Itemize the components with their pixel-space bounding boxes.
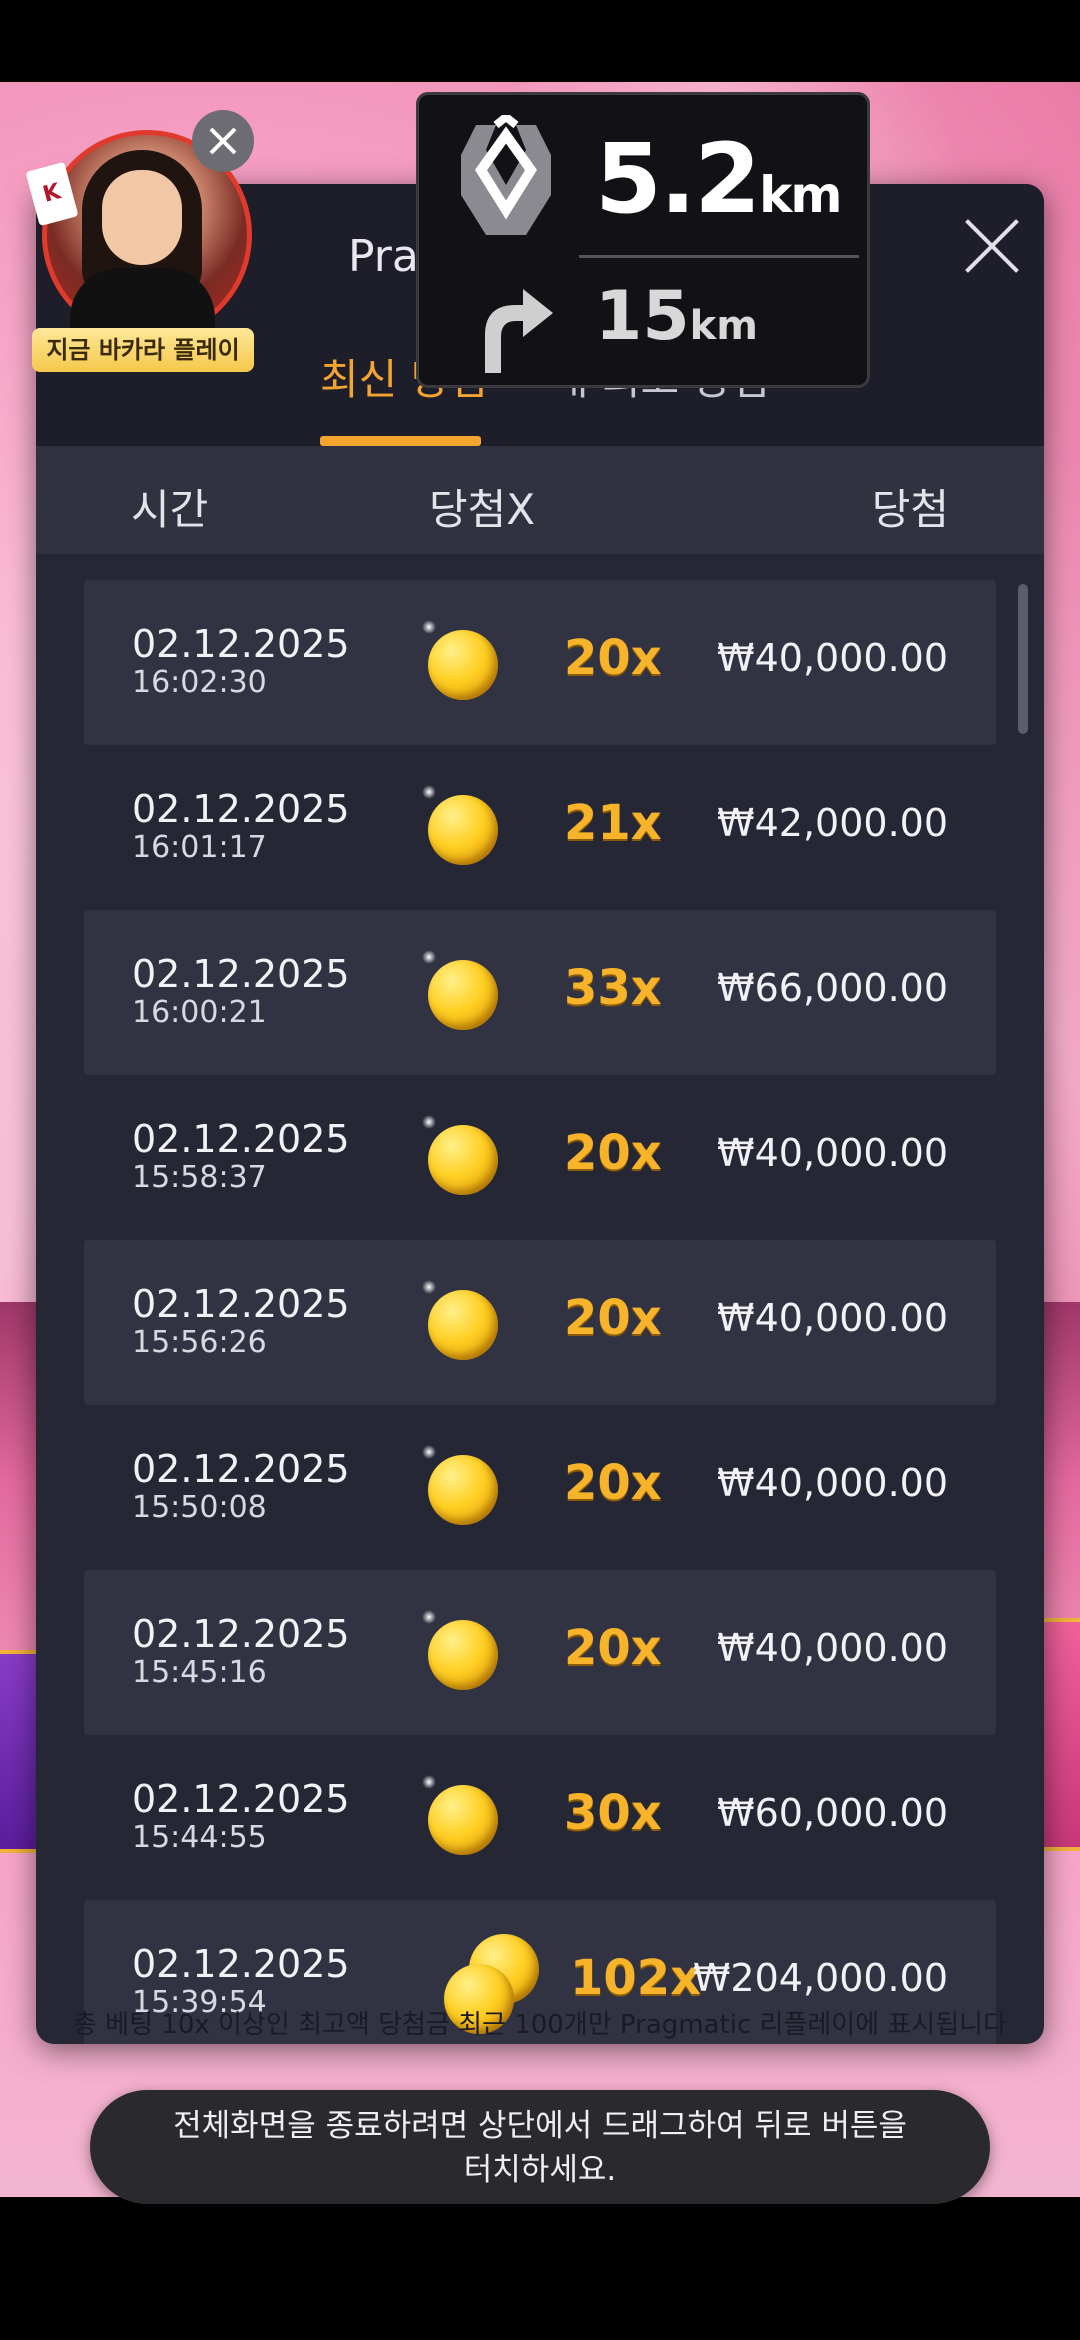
coin-icon: [422, 620, 498, 700]
table-header: 시간 당첨X 당첨: [36, 446, 1044, 554]
table-row[interactable]: 02.12.2025 16:00:21 33x ₩66,000.00: [84, 910, 996, 1075]
dealer-dress: [70, 268, 215, 330]
table-row[interactable]: 02.12.2025 15:56:26 20x ₩40,000.00: [84, 1240, 996, 1405]
row-date: 02.12.2025: [132, 1612, 350, 1656]
active-tab-indicator: [320, 436, 481, 446]
row-time: 16:01:17: [132, 830, 267, 865]
row-multiplier: 33x: [564, 960, 662, 1016]
navigation-overlay[interactable]: 5.2km 15km: [416, 92, 870, 388]
distance-secondary-value: 15: [595, 277, 690, 356]
distance-secondary: 15km: [595, 277, 758, 356]
row-amount: ₩204,000.00: [692, 1956, 948, 2000]
play-baccarat-label[interactable]: 지금 바카라 플레이: [32, 328, 254, 372]
row-time: 15:58:37: [132, 1160, 267, 1195]
coin-icon: [422, 1445, 498, 1525]
replay-dialog: Pragmatic 리플레이 최신 당첨 내 최고 당첨 시간 당첨X 당첨 0…: [36, 184, 1044, 2044]
row-amount: ₩60,000.00: [717, 1791, 948, 1835]
row-time: 16:02:30: [132, 665, 267, 700]
row-amount: ₩40,000.00: [717, 1461, 948, 1505]
close-icon[interactable]: [192, 110, 254, 172]
table-row[interactable]: 02.12.2025 16:01:17 21x ₩42,000.00: [84, 745, 996, 910]
navigation-direction-icon: [461, 115, 551, 235]
row-multiplier: 21x: [564, 795, 662, 851]
row-amount: ₩40,000.00: [717, 1131, 948, 1175]
coin-icon: [422, 1115, 498, 1195]
turn-right-arrow-icon: [485, 289, 553, 373]
row-date: 02.12.2025: [132, 1447, 350, 1491]
column-header-multiplier: 당첨X: [429, 485, 536, 534]
coin-icon: [422, 785, 498, 865]
coin-icon: [422, 1775, 498, 1855]
row-date: 02.12.2025: [132, 952, 350, 996]
row-date: 02.12.2025: [132, 1942, 350, 1986]
row-multiplier: 20x: [564, 1620, 662, 1676]
dealer-face: [102, 170, 182, 265]
row-amount: ₩40,000.00: [717, 636, 948, 680]
row-time: 15:44:55: [132, 1820, 267, 1855]
row-multiplier: 20x: [564, 1125, 662, 1181]
distance-primary-unit: km: [759, 166, 842, 224]
dealer-promo-widget[interactable]: K 지금 바카라 플레이: [25, 110, 260, 380]
fullscreen-toast: 전체화면을 종료하려면 상단에서 드래그하여 뒤로 버튼을 터치하세요.: [90, 2090, 990, 2204]
scrollbar[interactable]: [1018, 584, 1028, 734]
column-header-win: 당첨: [871, 485, 949, 534]
row-multiplier: 30x: [564, 1785, 662, 1841]
row-date: 02.12.2025: [132, 622, 350, 666]
row-amount: ₩42,000.00: [717, 801, 948, 845]
toast-message: 전체화면을 종료하려면 상단에서 드래그하여 뒤로 버튼을 터치하세요.: [173, 2108, 907, 2188]
row-multiplier: 102x: [570, 1950, 702, 2006]
table-row[interactable]: 02.12.2025 16:02:30 20x ₩40,000.00: [84, 580, 996, 745]
distance-primary: 5.2km: [595, 123, 842, 235]
row-time: 16:00:21: [132, 995, 267, 1030]
coin-icon: [422, 1610, 498, 1690]
table-row[interactable]: 02.12.2025 15:58:37 20x ₩40,000.00: [84, 1075, 996, 1240]
row-time: 15:56:26: [132, 1325, 267, 1360]
row-time: 15:50:08: [132, 1490, 267, 1525]
table-row[interactable]: 02.12.2025 15:45:16 20x ₩40,000.00: [84, 1570, 996, 1735]
row-amount: ₩40,000.00: [717, 1296, 948, 1340]
row-date: 02.12.2025: [132, 1282, 350, 1326]
table-row[interactable]: 02.12.2025 15:44:55 30x ₩60,000.00: [84, 1735, 996, 1900]
row-multiplier: 20x: [564, 1455, 662, 1511]
row-time: 15:45:16: [132, 1655, 267, 1690]
row-amount: ₩66,000.00: [717, 966, 948, 1010]
table-row[interactable]: 02.12.2025 15:50:08 20x ₩40,000.00: [84, 1405, 996, 1570]
column-header-time: 시간: [131, 485, 209, 534]
footnote-text: 총 베팅 10x 이상인 최고액 당첨금 최근 100개만 Pragmatic …: [73, 2010, 1007, 2040]
row-multiplier: 20x: [564, 1290, 662, 1346]
distance-secondary-unit: km: [689, 303, 758, 349]
row-date: 02.12.2025: [132, 1777, 350, 1821]
row-amount: ₩40,000.00: [717, 1626, 948, 1670]
coin-icon: [422, 1280, 498, 1360]
distance-primary-value: 5.2: [595, 123, 761, 235]
row-date: 02.12.2025: [132, 1117, 350, 1161]
close-icon[interactable]: [960, 214, 1024, 278]
row-date: 02.12.2025: [132, 787, 350, 831]
win-list: 02.12.2025 16:02:30 20x ₩40,000.00 02.12…: [84, 580, 996, 2044]
divider: [579, 255, 859, 258]
row-multiplier: 20x: [564, 630, 662, 686]
coin-icon: [422, 950, 498, 1030]
